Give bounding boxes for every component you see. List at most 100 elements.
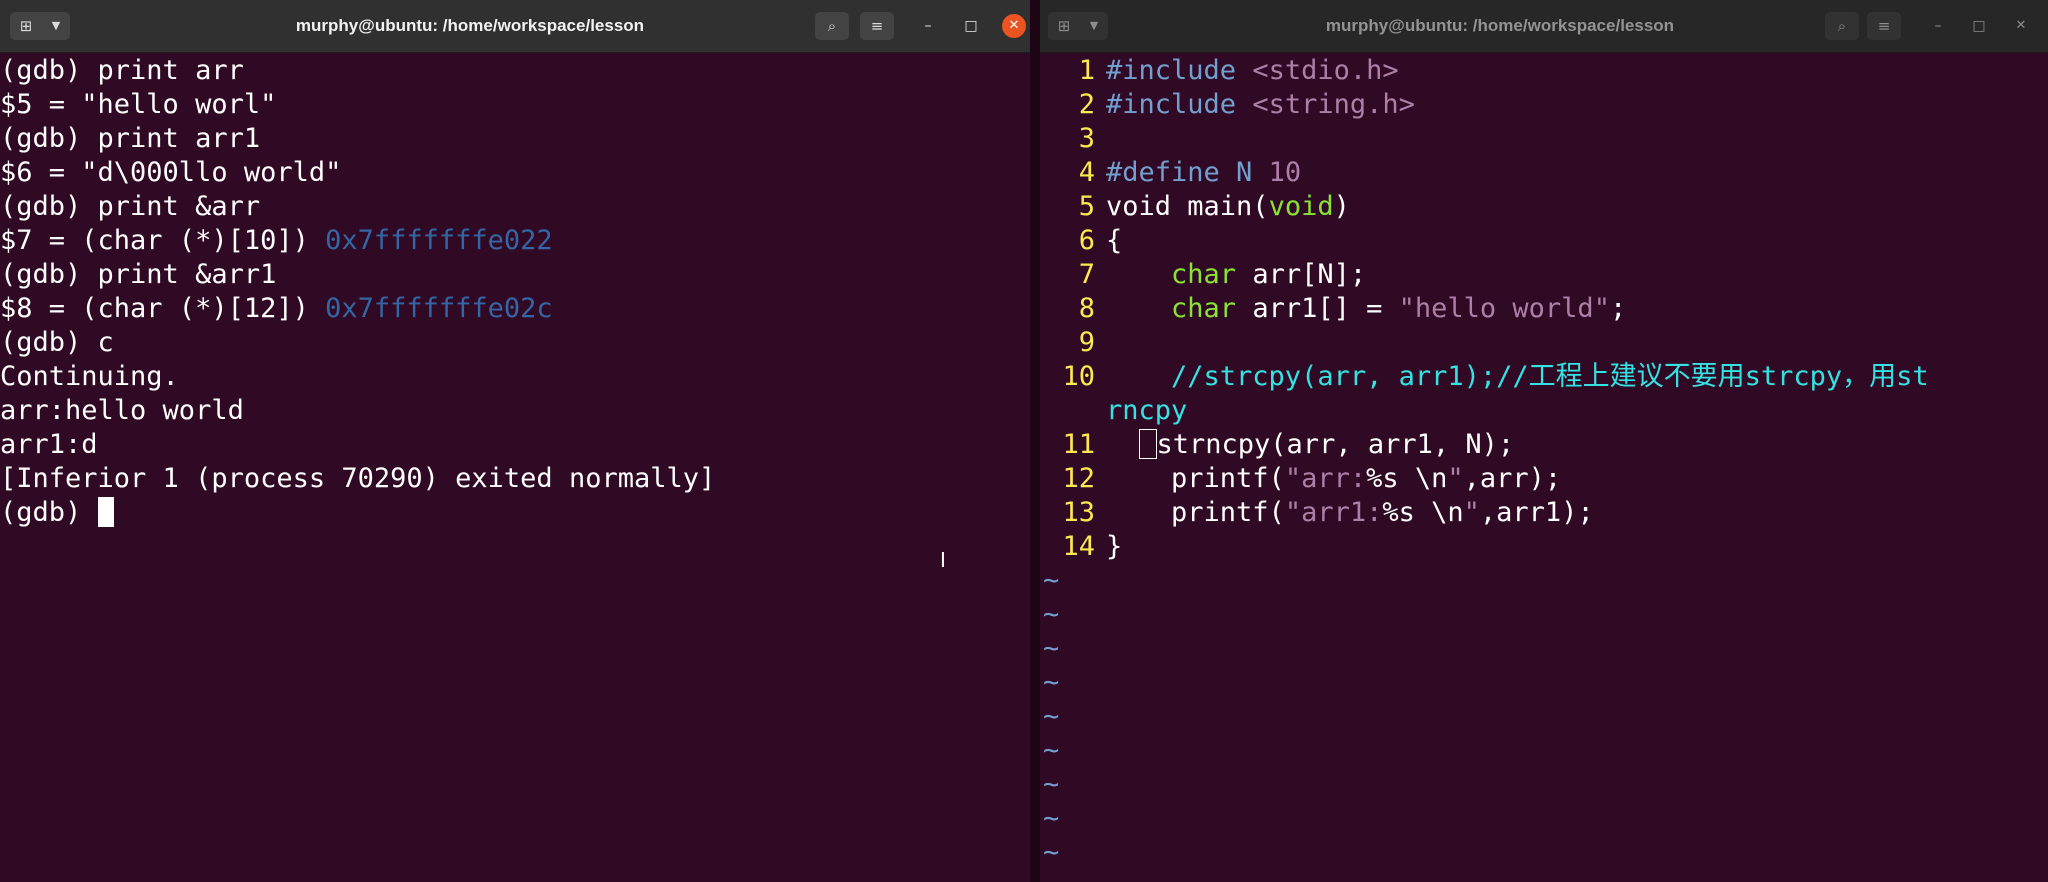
terminal-line-text: (gdb) print &arr1 — [0, 259, 277, 290]
vim-empty-line-marker: ~ — [1043, 837, 1060, 868]
terminal-line-text: [Inferior 1 (process 70290) exited norma… — [0, 463, 716, 494]
line-number: 6 — [1078, 225, 1095, 256]
window-title: murphy@ubuntu: /home/workspace/lesson — [1325, 16, 1675, 35]
line-number: 7 — [1078, 259, 1095, 290]
line-number: 8 — [1078, 293, 1095, 324]
code-text: { — [1106, 224, 1122, 258]
terminal-line: (gdb) print arr1 — [0, 122, 1030, 156]
line-number: 9 — [1078, 327, 1095, 358]
vim-terminal-window: ⊞ ▼ murphy@ubuntu: /home/workspace/lesso… — [1040, 0, 2048, 882]
code-line: 13 printf("arr1:%s \n",arr1); — [1040, 496, 2048, 530]
line-number: 5 — [1078, 191, 1095, 222]
close-button[interactable]: ✕ — [2009, 14, 2033, 38]
code-token: " — [1447, 463, 1464, 494]
search-icon[interactable]: ⌕ — [815, 12, 849, 40]
memory-address: 0x7fffffffe022 — [325, 225, 553, 256]
vim-empty-line-marker: ~ — [1043, 633, 1060, 664]
gdb-terminal-window: ⊞ ▼ murphy@ubuntu: /home/workspace/lesso… — [0, 0, 1030, 882]
vim-editor[interactable]: 1 #include <stdio.h> 2 #include <string.h> 3… — [1040, 52, 2048, 882]
code-token: { — [1106, 225, 1123, 256]
code-token: " — [1463, 497, 1480, 528]
line-number: 11 — [1062, 429, 1095, 460]
code-line: 6{ — [1040, 224, 2048, 258]
code-text: rncpy — [1106, 394, 1187, 428]
terminal-line-text: $8 = (char (*)[12]) — [0, 293, 326, 324]
hamburger-menu-icon[interactable]: ≡ — [860, 12, 894, 40]
terminal-line: (gdb) print &arr — [0, 190, 1030, 224]
titlebar[interactable]: ⊞ ▼ murphy@ubuntu: /home/workspace/lesso… — [0, 0, 1030, 53]
code-token: %s \n — [1366, 463, 1448, 494]
code-line: 4 #define N 10 — [1040, 156, 2048, 190]
terminal-line-text: arr1:d — [0, 429, 98, 460]
maximize-button[interactable]: □ — [1967, 14, 1991, 38]
vim-empty-line-marker: ~ — [1043, 803, 1060, 834]
terminal-line: Continuing. — [0, 360, 1030, 394]
code-token: #include — [1106, 89, 1253, 120]
code-text: #define N 10 — [1106, 156, 1301, 190]
search-icon[interactable]: ⌕ — [1825, 12, 1859, 40]
new-tab-icon[interactable]: ⊞ — [10, 12, 42, 40]
terminal-line: [Inferior 1 (process 70290) exited norma… — [0, 462, 1030, 496]
titlebar[interactable]: ⊞ ▼ murphy@ubuntu: /home/workspace/lesso… — [1040, 0, 2048, 53]
code-line: 9 — [1040, 326, 2048, 360]
terminal-line-text: (gdb) print &arr — [0, 191, 261, 222]
terminal-line-text: (gdb) c — [0, 327, 114, 358]
gdb-prompt-line[interactable]: (gdb) — [0, 496, 1030, 530]
code-text: printf("arr:%s \n",arr); — [1106, 462, 1561, 496]
code-text: void main(void) — [1106, 190, 1350, 224]
line-number: 14 — [1062, 531, 1095, 562]
code-line: rncpy — [1040, 394, 2048, 428]
terminal-line: (gdb) c — [0, 326, 1030, 360]
minimize-button[interactable]: – — [916, 14, 940, 38]
code-text: printf("arr1:%s \n",arr1); — [1106, 496, 1594, 530]
new-tab-icon[interactable]: ⊞ — [1048, 12, 1080, 40]
gdb-prompt: (gdb) — [0, 497, 98, 528]
vim-empty-line-marker: ~ — [1043, 599, 1060, 630]
code-token: 10 — [1268, 157, 1302, 188]
terminal-line: (gdb) print &arr1 — [0, 258, 1030, 292]
terminal-line: arr:hello world — [0, 394, 1030, 428]
terminal-line-text: $5 = "hello worl" — [0, 89, 277, 120]
line-number: 4 — [1078, 157, 1095, 188]
maximize-button[interactable]: □ — [959, 14, 983, 38]
terminal-line-text: arr:hello world — [0, 395, 244, 426]
hamburger-menu-icon[interactable]: ≡ — [1867, 12, 1901, 40]
minimize-button[interactable]: – — [1926, 14, 1950, 38]
memory-address: 0x7fffffffe02c — [325, 293, 553, 324]
terminal-output[interactable]: (gdb) print arr $5 = "hello worl" (gdb) pr… — [0, 52, 1030, 882]
terminal-line: $7 = (char (*)[10]) 0x7fffffffe022 — [0, 224, 1030, 258]
terminal-cursor — [97, 496, 114, 527]
vim-empty-line-marker: ~ — [1043, 565, 1060, 596]
code-token: } — [1106, 531, 1123, 562]
code-text: } — [1106, 530, 1122, 564]
close-button[interactable]: ✕ — [1002, 14, 1026, 38]
terminal-line-text: (gdb) print arr — [0, 55, 244, 86]
terminal-line-text: $6 = "d\000llo world" — [0, 157, 342, 188]
terminal-line: $8 = (char (*)[12]) 0x7fffffffe02c — [0, 292, 1030, 326]
code-text: #include <string.h> — [1106, 88, 1415, 122]
chevron-down-icon[interactable]: ▼ — [42, 12, 70, 40]
code-text: strncpy(arr, arr1, N); — [1106, 428, 1514, 462]
terminal-line: $6 = "d\000llo world" — [0, 156, 1030, 190]
code-text: #include <stdio.h> — [1106, 54, 1399, 88]
terminal-line: (gdb) print arr — [0, 54, 1030, 88]
code-text: char arr1[] = "hello world"; — [1106, 292, 1626, 326]
code-token: "arr: — [1284, 463, 1367, 494]
terminal-line: arr1:d — [0, 428, 1030, 462]
code-line: 2 #include <string.h> — [1040, 88, 2048, 122]
vim-empty-line-marker: ~ — [1043, 735, 1060, 766]
vim-empty-line-marker: ~ — [1043, 769, 1060, 800]
line-number: 1 — [1078, 55, 1095, 86]
code-token: //strcpy(arr, arr1);//工程上建议不要用strcpy，用st — [1106, 361, 1929, 392]
line-number: 10 — [1062, 361, 1095, 392]
line-number: 2 — [1078, 89, 1095, 120]
chevron-down-icon[interactable]: ▼ — [1080, 12, 1108, 40]
terminal-line-text: $7 = (char (*)[10]) — [0, 225, 326, 256]
vim-empty-line-marker: ~ — [1043, 667, 1060, 698]
terminal-line-text: (gdb) print arr1 — [0, 123, 261, 154]
code-token: ,arr); — [1463, 463, 1562, 494]
code-line: 8 char arr1[] = "hello world"; — [1040, 292, 2048, 326]
vim-empty-line-marker: ~ — [1043, 701, 1060, 732]
